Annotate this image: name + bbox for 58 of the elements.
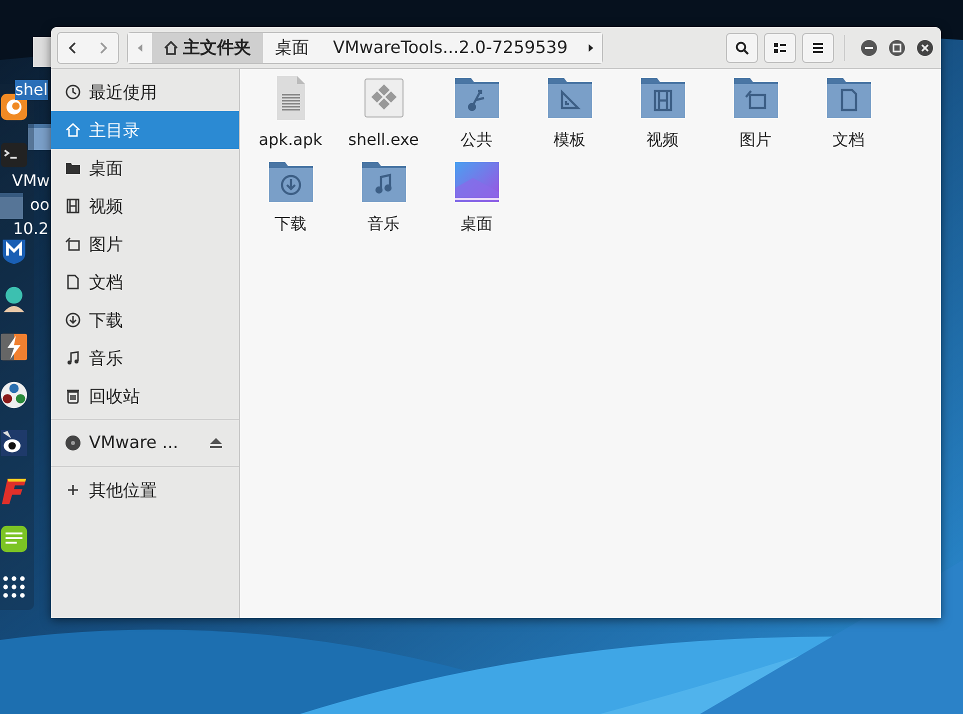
- triangle-right-icon: [588, 42, 594, 52]
- folder-icon: [65, 160, 81, 176]
- menu-icon: [811, 40, 825, 54]
- search-button[interactable]: [726, 32, 758, 62]
- bolt-icon[interactable]: [0, 332, 28, 362]
- sidebar-item[interactable]: 视频: [51, 187, 239, 225]
- triangle-left-icon: [137, 42, 143, 52]
- file-name: 公共: [460, 130, 492, 151]
- sidebar-item[interactable]: 下载: [51, 301, 239, 339]
- image-icon: [65, 236, 81, 252]
- file-name: 下载: [274, 214, 306, 235]
- film-icon: [65, 198, 81, 214]
- sidebar-item[interactable]: 音乐: [51, 339, 239, 377]
- terminal-icon[interactable]: [0, 140, 28, 170]
- clock-icon: [65, 84, 81, 100]
- sidebar-item[interactable]: 图片: [51, 225, 239, 263]
- desktop-icon-label[interactable]: shel: [15, 80, 48, 100]
- file-name: 视频: [646, 130, 678, 151]
- desktop-icon-label[interactable]: 10.2: [13, 219, 49, 239]
- eject-icon[interactable]: [209, 437, 223, 449]
- desktop-icon-label[interactable]: oo: [30, 195, 50, 215]
- sidebar-item[interactable]: 回收站: [51, 377, 239, 415]
- circles-icon[interactable]: [0, 380, 28, 410]
- maximize-button[interactable]: [889, 40, 905, 56]
- view-toggle-button[interactable]: [764, 32, 796, 62]
- plus-icon: [65, 482, 81, 498]
- f-icon[interactable]: [0, 476, 28, 506]
- file-name: 文档: [832, 130, 864, 151]
- sidebar-item[interactable]: 桌面: [51, 149, 239, 187]
- menu-button[interactable]: [802, 32, 834, 62]
- desktop-icon-label[interactable]: VMw: [12, 171, 50, 191]
- file-name: shell.exe: [348, 130, 419, 149]
- file-name: 桌面: [460, 214, 492, 235]
- close-button[interactable]: [917, 40, 933, 56]
- search-icon: [735, 40, 749, 54]
- home-icon: [65, 122, 81, 138]
- back-button[interactable]: [58, 32, 88, 62]
- trash-icon: [65, 388, 81, 404]
- path-button[interactable]: 桌面: [263, 32, 321, 62]
- file-name: 图片: [740, 130, 772, 151]
- minimize-button[interactable]: [861, 40, 877, 56]
- path-button[interactable]: 主文件夹: [152, 32, 263, 62]
- home-icon: [164, 40, 178, 54]
- list-view-icon: [773, 40, 787, 54]
- bull-icon[interactable]: [0, 428, 28, 458]
- music-icon: [65, 350, 81, 366]
- sidebar-item[interactable]: 文档: [51, 263, 239, 301]
- file-name: apk.apk: [258, 130, 322, 149]
- sidebar-item[interactable]: 其他位置: [51, 471, 239, 509]
- down-icon: [65, 312, 81, 328]
- sidebar-item[interactable]: VMware ...: [51, 424, 239, 462]
- file-name: 音乐: [368, 214, 400, 235]
- sidebar-item[interactable]: 最近使用: [51, 73, 239, 111]
- file-name: 模板: [554, 130, 586, 151]
- disc-icon: [65, 435, 81, 451]
- path-button[interactable]: VMwareTools...2.0-7259539: [321, 32, 580, 62]
- doc-icon: [65, 274, 81, 290]
- sidebar-item[interactable]: 主目录: [51, 111, 239, 149]
